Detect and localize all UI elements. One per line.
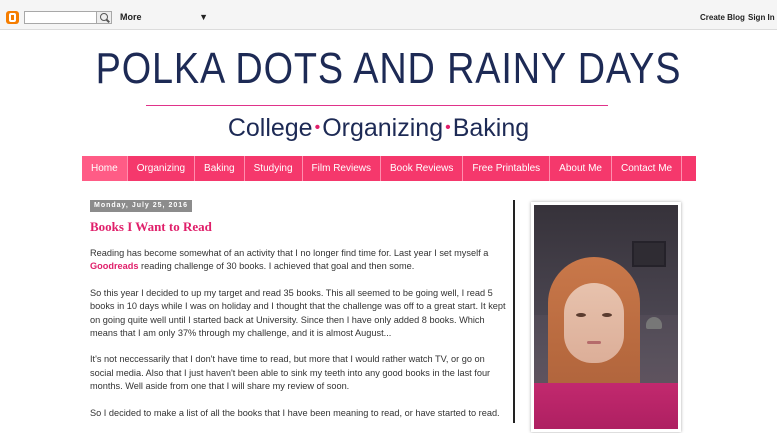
more-dropdown[interactable]: More ▼ [120,12,210,26]
post-title[interactable]: Books I Want to Read [90,219,212,235]
column-divider [513,200,515,423]
author-photo[interactable] [531,202,681,432]
tagline-baking: Baking [452,114,530,142]
dot-separator: • [445,119,451,136]
blog-tagline: College •Organizing •Baking [0,114,757,143]
menu-item-baking[interactable]: Baking [195,156,245,181]
post-date: Monday, July 25, 2016 [90,200,193,212]
post-paragraph: So I decided to make a list of all the b… [90,407,500,418]
blogger-logo-icon[interactable] [6,11,19,24]
goodreads-link[interactable]: Goodreads [90,261,139,271]
dot-separator: • [314,119,321,136]
blogger-navbar: More ▼ Create Blog Sign In [0,0,777,30]
blog-title[interactable]: POLKA DOTS AND RAINY DAYS [54,44,722,94]
tagline-college: College [227,114,313,142]
menu-item-home[interactable]: Home [82,156,128,181]
title-divider [146,105,608,106]
post-paragraph: So this year I decided to up my target a… [90,287,506,339]
search-icon[interactable] [96,11,112,24]
paragraph-text: Reading has become somewhat of an activi… [90,248,489,258]
menu-item-studying[interactable]: Studying [245,156,303,181]
author-photo-image [534,205,678,429]
chevron-down-icon: ▼ [199,12,208,22]
sign-in-link[interactable]: Sign In [748,13,775,22]
paragraph-text: reading challenge of 30 books. I achieve… [138,261,415,272]
post-paragraph: It's not neccessarily that I don't have … [90,354,491,392]
menu-item-organizing[interactable]: Organizing [128,156,196,181]
more-label: More [120,12,142,22]
menu-item-book-reviews[interactable]: Book Reviews [381,156,464,181]
menu-item-film-reviews[interactable]: Film Reviews [303,156,381,181]
menu-item-about-me[interactable]: About Me [550,156,612,181]
main-menu: Home Organizing Baking Studying Film Rev… [82,156,696,181]
create-blog-link[interactable]: Create Blog [700,13,745,22]
post-paragraph: Reading has become somewhat of an activi… [90,247,508,274]
menu-item-contact-me[interactable]: Contact Me [612,156,683,181]
tagline-organizing: Organizing [322,114,444,142]
post-body: Reading has become somewhat of an activi… [90,247,508,433]
menu-item-free-printables[interactable]: Free Printables [463,156,551,181]
